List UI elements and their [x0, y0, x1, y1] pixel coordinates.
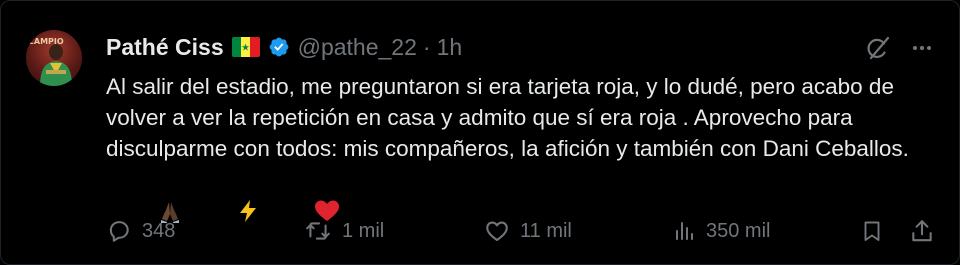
repost-count: 1 mil [342, 219, 385, 242]
tweet-header: Pathé Ciss @pathe_22 · 1h [106, 31, 462, 63]
repost-button[interactable]: 1 mil [304, 213, 384, 249]
timestamp[interactable]: 1h [437, 34, 463, 61]
heart-icon [486, 221, 508, 242]
separator-dot: · [422, 33, 431, 60]
tweet-body: Al salir del estadio, me preguntaron si … [106, 74, 909, 161]
tweet-text: Al salir del estadio, me preguntaron si … [106, 71, 926, 231]
share-icon [912, 220, 932, 242]
tweet-top-actions [864, 34, 934, 62]
views-icon [676, 222, 693, 240]
senegal-flag-icon [231, 37, 260, 57]
more-icon[interactable] [910, 36, 934, 60]
reply-button[interactable]: 348 [106, 213, 175, 249]
avatar[interactable]: CAMPIO [26, 30, 82, 86]
tweet-card[interactable]: CAMPIO Pathé Ciss @pathe_22 · 1h Al sali… [0, 0, 960, 265]
views-button[interactable]: 350 mil [672, 213, 770, 249]
author-name[interactable]: Pathé Ciss [106, 34, 224, 61]
repost-icon [306, 222, 330, 240]
author-handle[interactable]: @pathe_22 [298, 34, 417, 61]
verified-badge-icon [269, 37, 289, 57]
like-button[interactable]: 11 mil [484, 213, 572, 249]
tweet-actions-bar: 348 1 mil 11 mil 350 mil [106, 213, 936, 249]
views-count: 350 mil [706, 219, 771, 242]
bookmark-icon [864, 221, 880, 241]
reply-count: 348 [142, 219, 176, 242]
like-count: 11 mil [520, 219, 572, 242]
share-button[interactable] [909, 213, 935, 249]
reply-icon [109, 221, 129, 242]
bookmark-button[interactable] [860, 213, 884, 249]
grok-icon[interactable] [864, 34, 892, 62]
